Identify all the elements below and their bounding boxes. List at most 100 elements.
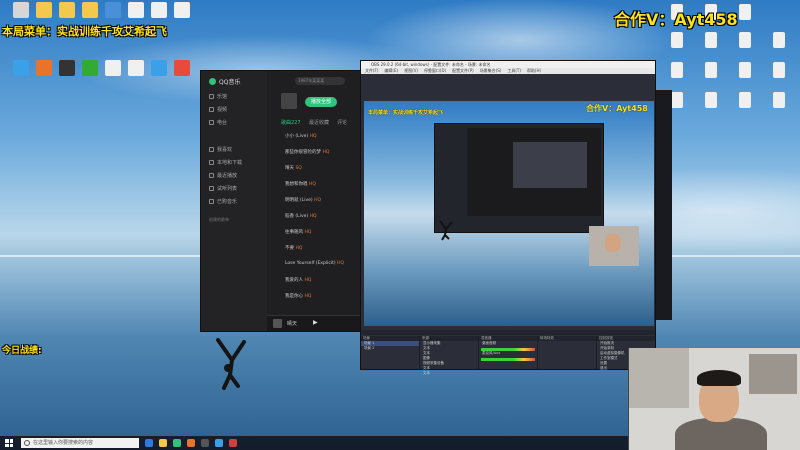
song-row[interactable]: Lose Yourself (Explicit) HQ [285,261,344,266]
qq-nav-item[interactable]: 本地和下载 [209,159,242,166]
obs-menu-item[interactable]: 工具(T) [507,68,521,74]
qq-tab[interactable]: 最近收藏 [309,119,329,126]
obs-dock-item[interactable]: 桌面音频 [479,341,537,346]
windows-start-icon[interactable] [3,437,15,449]
qq-music-sidebar: QQ音乐 乐馆 视频 电台 我喜欢 本地和下载 最近播放 试听列表 已购音乐 创建的歌单 [201,71,267,331]
song-title: 不要 [285,246,296,251]
desktop-file-icon[interactable] [660,62,694,92]
obs-dock-item[interactable]: 场景 2 [361,346,419,351]
qq-nav-label: 乐馆 [217,94,228,100]
song-row[interactable]: 往事随风 HQ [285,229,311,235]
obs-menu-item[interactable]: 配置文件(P) [452,68,474,74]
obs-dock-panel: 转场特效 [538,336,596,369]
play-pause-icon[interactable]: ▶ [313,319,318,326]
song-quality-badge: HQ [308,182,316,187]
desktop-file-icon[interactable] [728,92,762,122]
obs-dock-item[interactable]: 文本 [420,371,478,376]
song-quality-badge: HQ [309,134,317,139]
obs-docks: 场景 场景 1 场景 2 来源 显示器采集 文本 文本 图像 视频采集设备 文本 文本 混音器 桌面音频… [361,336,655,375]
qq-nav-item[interactable]: 乐馆 [209,93,227,100]
taskbar-app-icon[interactable] [173,439,181,447]
qq-tab[interactable]: 评论 [337,119,347,126]
audio-meter [481,358,535,361]
desktop-file-icon[interactable] [660,32,694,62]
taskbar-app-icon[interactable] [145,439,153,447]
nav-icon [209,147,214,152]
obs-menu-item[interactable]: 场景集合(S) [480,68,502,74]
preview-nested-obs [467,128,601,216]
desktop-file-icon[interactable] [762,62,796,92]
taskbar-app-icon[interactable] [159,439,167,447]
taskbar-search-input[interactable]: 在这里输入你要搜索的内容 [21,438,139,448]
play-all-button[interactable]: 播放全部 [305,97,337,107]
obs-menu-item[interactable]: 视图(V) [404,68,418,74]
file-icon [773,92,785,108]
qq-nav-item[interactable]: 试听列表 [209,185,237,192]
taskbar-app-icon[interactable] [187,439,195,447]
preview-nested-window [434,123,604,233]
file-icon [773,32,785,48]
today-record-overlay: 今日战绩: [2,346,42,356]
qq-nav-item[interactable]: 我喜欢 [209,146,232,153]
preview-menu-title: 本局菜单：实战训练千攻艾希起飞 [368,110,444,116]
nav-icon [209,186,214,191]
background-window-edge [656,90,672,320]
song-title: 那些你很冒险的梦 [285,150,323,155]
qq-music-icon [209,78,216,85]
desktop-file-icon[interactable] [728,32,762,62]
file-icon [705,32,717,48]
song-row[interactable]: 那些你很冒险的梦 HQ [285,149,329,155]
taskbar-app-icon[interactable] [229,439,237,447]
qq-player-bar: 晴天 ▶ [267,315,365,331]
song-row[interactable]: 小小 (Live) HQ [285,133,317,139]
obs-menu-item[interactable]: 编辑(E) [384,68,398,74]
desktop-icon[interactable] [165,60,199,90]
song-quality-badge: HQ [304,278,312,283]
song-row[interactable]: 明明就 (Live) HQ [285,197,321,203]
song-title: 我是你心 [285,294,305,299]
qq-music-window[interactable]: QQ音乐 乐馆 视频 电台 我喜欢 本地和下载 最近播放 试听列表 已购音乐 创建的歌单 19… [200,70,366,332]
song-row[interactable]: 不要 HQ [285,245,302,251]
obs-menu-item[interactable]: 帮助(H) [527,68,541,74]
obs-dock-panel: 混音器 桌面音频 麦克风/Aux [479,336,537,369]
qq-nav-item[interactable]: 视频 [209,106,227,113]
qq-nav-item[interactable]: 最近播放 [209,172,237,179]
taskbar-app-icon[interactable] [215,439,223,447]
desktop-file-icon[interactable] [762,92,796,122]
desktop-file-icon[interactable] [694,62,728,92]
file-icon [705,62,717,78]
song-row[interactable]: 我爱的人 HQ [285,277,311,283]
desktop-file-icon[interactable] [694,92,728,122]
qq-music-logo: QQ音乐 [209,77,240,86]
song-row[interactable]: 我是你心 HQ [285,293,311,299]
obs-dock-item[interactable]: 麦克风/Aux [479,351,537,356]
preview-webcam [589,226,639,266]
song-title: Lose Yourself (Explicit) [285,261,338,266]
song-row[interactable]: 晴天 SQ [285,165,302,171]
obs-window[interactable]: OBS 29.0.2 (64-bit, windows) - 配置文件: 未命名… [360,60,656,375]
obs-menu-item[interactable]: 文件(F) [365,68,378,74]
song-row[interactable]: 稻香 (Live) HQ [285,213,317,219]
playlist-cover [281,93,297,109]
taskbar-app-icon[interactable] [201,439,209,447]
qq-music-app-name: QQ音乐 [219,79,241,86]
desktop-file-icon[interactable] [694,32,728,62]
desktop-file-icon[interactable] [728,62,762,92]
obs-preview: 本局菜单：实战训练千攻艾希起飞 合作V：Ayt458 [364,101,654,326]
qq-nav-item[interactable]: 已购音乐 [209,198,237,205]
desktop-icon[interactable] [165,2,199,32]
qq-nav-item[interactable]: 电台 [209,119,227,126]
qq-tab[interactable]: 歌曲227 [281,119,301,126]
qq-nav-label: 本地和下载 [217,160,243,166]
qq-nav-label: 已购音乐 [217,199,238,205]
file-icon [773,62,785,78]
qq-search-input[interactable]: 1987年某某某 [295,77,345,85]
song-quality-badge: HQ [314,198,321,203]
song-quality-badge: HQ [322,150,330,155]
obs-menu-item[interactable]: 停靠窗口(D) [424,68,446,74]
file-icon [705,92,717,108]
desktop-file-icon[interactable] [762,32,796,62]
song-row[interactable]: 我想和你唱 HQ [285,181,316,187]
webcam-shelf [629,348,689,408]
nav-icon [209,199,214,204]
